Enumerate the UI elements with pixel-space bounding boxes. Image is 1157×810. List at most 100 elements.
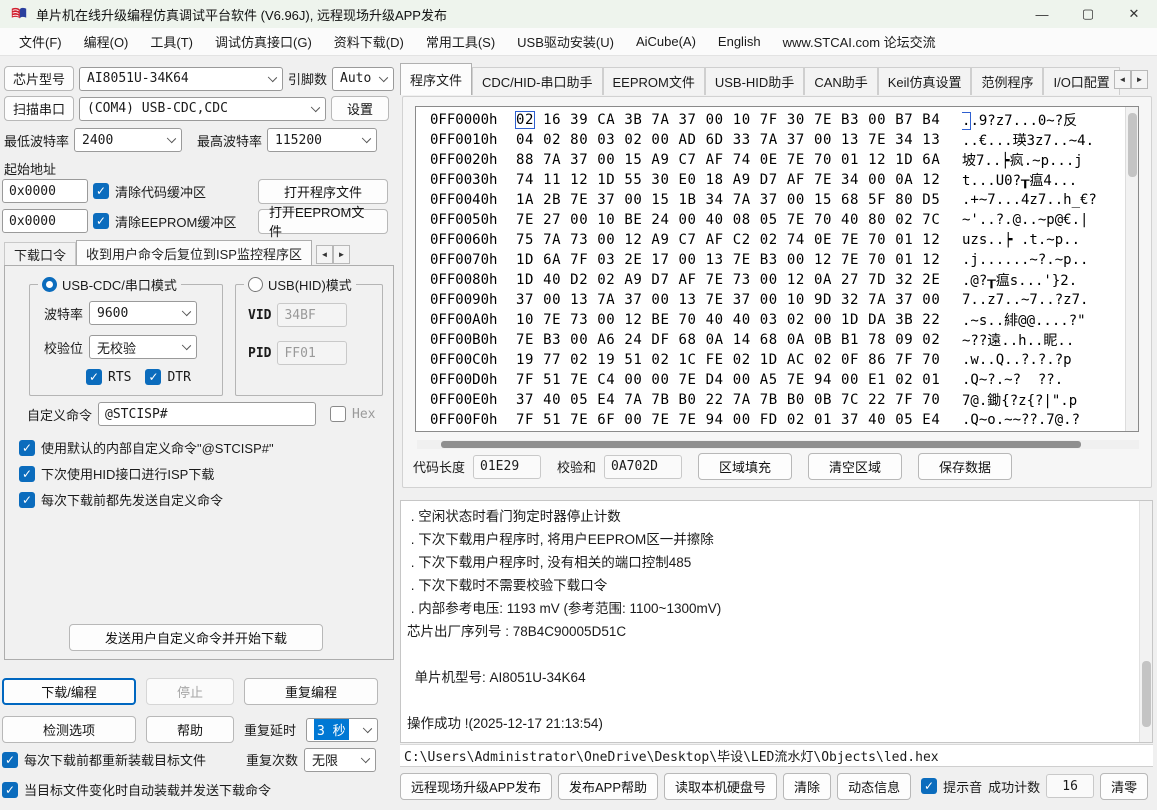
repeat-count-select[interactable]: 无限 (304, 748, 376, 772)
maximize-button[interactable]: ▢ (1065, 0, 1111, 28)
scrollbar-thumb[interactable] (1128, 113, 1137, 177)
hex-vertical-scrollbar[interactable] (1125, 107, 1138, 431)
chevron-down-icon (361, 753, 370, 762)
serial-port-select[interactable]: (COM4) USB-CDC,CDC (79, 97, 326, 121)
settings-button[interactable]: 设置 (331, 96, 389, 121)
min-baud-select[interactable]: 2400 (74, 128, 182, 152)
tab-scroll-right-icon[interactable]: ► (333, 245, 350, 264)
selected-byte[interactable]: 02 (516, 112, 534, 128)
publish-app-help-button[interactable]: 发布APP帮助 (558, 773, 658, 800)
menu-item-1[interactable]: 编程(O) (73, 28, 140, 55)
log-output[interactable]: . 空闲状态时看门狗定时器停止计数 . 下次下载用户程序时, 将用户EEPROM… (400, 500, 1153, 743)
clear-code-buffer-label: 清除代码缓冲区 (115, 182, 206, 201)
checkbox-checked-icon: ✓ (145, 369, 161, 385)
open-program-file-button[interactable]: 打开程序文件 (258, 179, 388, 204)
repeat-program-button[interactable]: 重复编程 (244, 678, 378, 705)
menu-item-8[interactable]: English (707, 30, 772, 53)
menu-item-6[interactable]: USB驱动安装(U) (506, 28, 625, 55)
hex-row: 0FF0090h37 00 13 7A 37 00 13 7E 37 00 10… (416, 290, 1122, 310)
check-options-button[interactable]: 检测选项 (2, 716, 136, 743)
help-button[interactable]: 帮助 (146, 716, 234, 743)
usb-cdc-mode-label: USB-CDC/串口模式 (62, 275, 177, 294)
max-baud-select[interactable]: 115200 (267, 128, 377, 152)
tab-7[interactable]: I/O口配置 (1043, 67, 1119, 95)
menu-item-9[interactable]: www.STCAI.com 论坛交流 (772, 28, 947, 55)
tab-0[interactable]: 程序文件 (400, 63, 472, 95)
radio-selected-icon[interactable] (42, 277, 57, 292)
tab-2[interactable]: EEPROM文件 (603, 67, 705, 95)
hex-horizontal-scrollbar[interactable] (417, 440, 1139, 449)
tab-1[interactable]: CDC/HID-串口助手 (472, 67, 603, 95)
hex-ascii: t...U0?┰瘟4... (962, 170, 1122, 190)
tab-4[interactable]: CAN助手 (804, 67, 877, 95)
repeat-delay-select[interactable]: 3 秒 (306, 718, 378, 742)
hex-address: 0FF00E0h (430, 392, 508, 408)
hex-row: 0FF00E0h37 40 05 E4 7A 7B B0 22 7A 7B B0… (416, 390, 1122, 410)
chip-model-button[interactable]: 芯片型号 (4, 66, 74, 91)
reset-count-button[interactable]: 清零 (1100, 773, 1148, 800)
selected-ascii[interactable]: . (962, 113, 970, 129)
close-button[interactable]: ✕ (1111, 0, 1157, 28)
scan-port-button[interactable]: 扫描串口 (4, 96, 74, 121)
code-start-address-input[interactable]: 0x0000 (2, 179, 88, 203)
open-eeprom-file-button[interactable]: 打开EEPROM文件 (258, 209, 388, 234)
send-custom-command-download-button[interactable]: 发送用户自定义命令并开始下载 (69, 624, 323, 651)
fill-region-button[interactable]: 区域填充 (698, 453, 792, 480)
radio-unselected-icon[interactable] (248, 277, 263, 292)
checkbox-checked-icon: ✓ (2, 752, 18, 768)
hex-checkbox[interactable]: ✓ Hex (330, 406, 375, 422)
scrollbar-thumb[interactable] (441, 441, 1081, 448)
menubar: 文件(F)编程(O)工具(T)调试仿真接口(G)资料下载(D)常用工具(S)US… (0, 28, 1157, 56)
chevron-down-icon (311, 102, 320, 111)
menu-item-2[interactable]: 工具(T) (139, 28, 204, 55)
pins-select[interactable]: Auto (332, 67, 394, 91)
custom-command-input[interactable]: @STCISP# (98, 402, 316, 426)
remote-upgrade-publish-button[interactable]: 远程现场升级APP发布 (400, 773, 552, 800)
menu-item-7[interactable]: AiCube(A) (625, 30, 707, 53)
save-data-button[interactable]: 保存数据 (918, 453, 1012, 480)
clear-region-button[interactable]: 清空区域 (808, 453, 902, 480)
target-file-path-bar[interactable]: C:\Users\Administrator\OneDrive\Desktop\… (400, 744, 1153, 767)
send-before-download-checkbox[interactable]: ✓ 每次下载前都先发送自定义命令 (19, 490, 274, 509)
autoload-on-change-checkbox[interactable]: ✓ 当目标文件变化时自动装载并发送下载命令 (2, 780, 271, 799)
hex-viewer[interactable]: 0FF0000h02 16 39 CA 3B 7A 37 00 10 7F 30… (415, 106, 1139, 432)
pid-value: FF01 (277, 341, 347, 365)
chip-model-select[interactable]: AI8051U-34K64 (79, 67, 283, 91)
log-vertical-scrollbar[interactable] (1139, 501, 1152, 742)
use-default-command-checkbox[interactable]: ✓ 使用默认的内部自定义命令"@STCISP#" (19, 438, 274, 457)
menu-item-3[interactable]: 调试仿真接口(G) (204, 28, 323, 55)
tab-5[interactable]: Keil仿真设置 (878, 67, 972, 95)
tab-3[interactable]: USB-HID助手 (705, 67, 804, 95)
hex-row: 0FF0070h1D 6A 7F 03 2E 17 00 13 7E B3 00… (416, 250, 1122, 270)
read-disk-id-button[interactable]: 读取本机硬盘号 (664, 773, 777, 800)
tab-reset-to-isp[interactable]: 收到用户命令后复位到ISP监控程序区 (76, 240, 312, 266)
menu-item-5[interactable]: 常用工具(S) (415, 28, 506, 55)
hex-row: 0FF00D0h7F 51 7E C4 00 00 7E D4 00 A5 7E… (416, 370, 1122, 390)
tab-scroll-left-icon[interactable]: ◄ (316, 245, 333, 264)
dtr-label: DTR (167, 370, 190, 385)
hex-row: 0FF0040h1A 2B 7E 37 00 15 1B 34 7A 37 00… (416, 190, 1122, 210)
dynamic-info-button[interactable]: 动态信息 (837, 773, 911, 800)
parity-select[interactable]: 无校验 (89, 335, 197, 359)
stop-button[interactable]: 停止 (146, 678, 234, 705)
tab-scroll-right-icon[interactable]: ► (1131, 70, 1148, 89)
chevron-down-icon (362, 134, 371, 143)
next-hid-isp-checkbox[interactable]: ✓ 下次使用HID接口进行ISP下载 (19, 464, 274, 483)
minimize-button[interactable]: — (1019, 0, 1065, 28)
tab-6[interactable]: 范例程序 (971, 67, 1043, 95)
baud-select[interactable]: 9600 (89, 301, 197, 325)
menu-item-0[interactable]: 文件(F) (8, 28, 73, 55)
dtr-checkbox[interactable]: ✓ DTR (145, 369, 190, 385)
beep-checkbox[interactable]: ✓提示音 (921, 777, 982, 796)
scrollbar-thumb[interactable] (1142, 661, 1151, 727)
clear-eeprom-buffer-checkbox[interactable]: ✓ 清除EEPROM缓冲区 (93, 212, 236, 231)
clear-button[interactable]: 清除 (783, 773, 831, 800)
tab-download-password[interactable]: 下载口令 (4, 242, 76, 266)
menu-item-4[interactable]: 资料下载(D) (323, 28, 415, 55)
eeprom-start-address-input[interactable]: 0x0000 (2, 209, 88, 233)
tab-scroll-left-icon[interactable]: ◄ (1114, 70, 1131, 89)
clear-code-buffer-checkbox[interactable]: ✓ 清除代码缓冲区 (93, 182, 206, 201)
reload-target-checkbox[interactable]: ✓ 每次下载前都重新装载目标文件 (2, 750, 206, 769)
rts-checkbox[interactable]: ✓ RTS (86, 369, 131, 385)
download-program-button[interactable]: 下载/编程 (2, 678, 136, 705)
